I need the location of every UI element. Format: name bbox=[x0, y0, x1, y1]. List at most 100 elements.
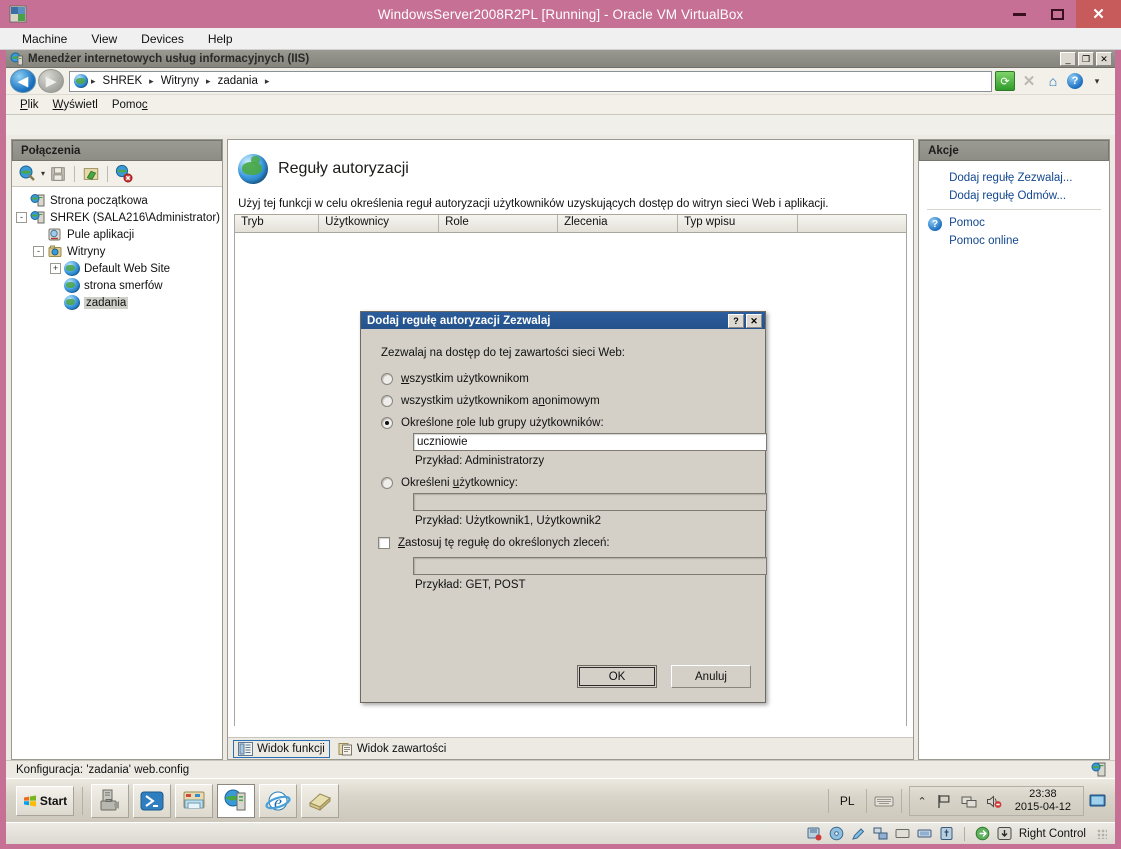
users-input[interactable] bbox=[413, 493, 767, 511]
tree-expander[interactable]: - bbox=[16, 212, 27, 223]
tree-item-witryny[interactable]: - Witryny bbox=[16, 243, 222, 260]
cancel-button[interactable]: Anuluj bbox=[671, 665, 751, 688]
tree-expander[interactable]: - bbox=[33, 246, 44, 257]
minimize-button[interactable] bbox=[1000, 0, 1038, 28]
tree-item-default-web-site[interactable]: + Default Web Site bbox=[16, 260, 222, 277]
home-icon[interactable]: ⌂ bbox=[1043, 71, 1063, 91]
column-header-typ-wpisu[interactable]: Typ wpisu bbox=[678, 215, 799, 232]
iis-menu-plik[interactable]: PPliklik bbox=[20, 99, 53, 111]
host-key-icon[interactable] bbox=[997, 826, 1012, 841]
ok-button[interactable]: OK bbox=[577, 665, 657, 688]
network-icon[interactable] bbox=[873, 826, 888, 841]
iis-window-buttons: _ ❐ ✕ bbox=[1060, 52, 1112, 66]
iis-close-button[interactable]: ✕ bbox=[1096, 52, 1112, 66]
tree-item-pule-aplikacji[interactable]: Pule aplikacji bbox=[16, 226, 222, 243]
flag-icon[interactable] bbox=[936, 794, 952, 809]
cd-icon[interactable] bbox=[829, 826, 844, 841]
menu-machine[interactable]: Machine bbox=[10, 29, 79, 49]
action-help-online[interactable]: Pomoc online bbox=[919, 232, 1109, 250]
refresh-icon[interactable]: ⟳ bbox=[995, 71, 1015, 91]
checkbox-apply-to-verbs[interactable]: Zastosuj tę regułę do określonych zleceń… bbox=[378, 537, 751, 549]
verbs-hint: Przykład: GET, POST bbox=[415, 579, 526, 591]
radio-all-anonymous-users[interactable]: wszystkim użytkownikom anonimowym bbox=[381, 395, 751, 407]
action-add-deny-rule[interactable]: Dodaj regułę Odmów... bbox=[919, 187, 1109, 205]
open-folder-icon[interactable] bbox=[81, 164, 101, 184]
dialog-help-button[interactable]: ? bbox=[728, 314, 744, 328]
radio-specified-roles[interactable]: Określone role lub grupy użytkowników: bbox=[381, 417, 751, 429]
radio-all-users[interactable]: wszystkim użytkownikom bbox=[381, 373, 751, 385]
disconnect-globe-icon[interactable] bbox=[114, 164, 134, 184]
iis-menu-wyswietl[interactable]: Wyświetl bbox=[53, 99, 112, 111]
taskbar-powershell-icon[interactable] bbox=[133, 783, 171, 818]
tree-item-shrek[interactable]: - SHREK (SALA216\Administrator) bbox=[16, 209, 222, 226]
taskbar-explorer-icon[interactable] bbox=[175, 783, 213, 818]
forward-button[interactable]: ▶ bbox=[38, 69, 64, 93]
clock[interactable]: 23:38 2015-04-12 bbox=[1011, 788, 1075, 814]
dialog-close-button[interactable]: ✕ bbox=[746, 314, 762, 328]
guest-screen: Menedżer internetowych usług informacyjn… bbox=[6, 50, 1115, 822]
tree-item-strona-poczatkowa[interactable]: Strona początkowa bbox=[16, 192, 222, 209]
view-tabs: Widok funkcji Widok zawartości bbox=[228, 737, 914, 759]
breadcrumb-zadania[interactable]: zadania bbox=[214, 75, 262, 87]
breadcrumb-shrek[interactable]: SHREK bbox=[99, 75, 147, 87]
back-button[interactable]: ◀ bbox=[10, 69, 36, 93]
tree-item-zadania[interactable]: zadania bbox=[16, 294, 222, 311]
keyboard-icon[interactable] bbox=[874, 793, 894, 809]
show-desktop-icon[interactable] bbox=[1089, 793, 1107, 809]
iis-menu-pomoc[interactable]: Pomoc bbox=[112, 99, 162, 111]
tree-item-strona-smerfow[interactable]: strona smerfów bbox=[16, 277, 222, 294]
verbs-input[interactable] bbox=[413, 557, 767, 575]
chevron-up-icon[interactable]: ⌃ bbox=[918, 795, 927, 808]
iis-restore-button[interactable]: ❐ bbox=[1078, 52, 1094, 66]
network-icon[interactable] bbox=[961, 794, 977, 809]
close-button[interactable]: ✕ bbox=[1076, 0, 1121, 28]
volume-muted-icon[interactable] bbox=[986, 794, 1002, 809]
connect-globe-icon[interactable] bbox=[18, 164, 38, 184]
mouse-integration-icon[interactable] bbox=[975, 826, 990, 841]
menu-devices[interactable]: Devices bbox=[129, 29, 196, 49]
breadcrumb-separator: ▸ bbox=[91, 75, 96, 86]
radio-specified-users[interactable]: Określeni użytkownicy: bbox=[381, 477, 751, 489]
dialog-title: Dodaj regułę autoryzacji Zezwalaj bbox=[367, 314, 551, 327]
action-label: Pomoc bbox=[949, 217, 985, 229]
taskbar-iis-manager-icon[interactable] bbox=[217, 783, 255, 818]
breadcrumb-witryny[interactable]: Witryny bbox=[157, 75, 203, 87]
iis-minimize-button[interactable]: _ bbox=[1060, 52, 1076, 66]
maximize-icon bbox=[1050, 8, 1064, 20]
menu-help[interactable]: Help bbox=[196, 29, 245, 49]
menu-view[interactable]: View bbox=[79, 29, 129, 49]
connect-dropdown-caret-icon[interactable]: ▾ bbox=[41, 169, 45, 178]
taskbar-internet-explorer-icon[interactable]: e bbox=[259, 783, 297, 818]
column-header-role[interactable]: Role bbox=[439, 215, 559, 232]
breadcrumb-separator: ▸ bbox=[264, 75, 270, 86]
resize-grip[interactable] bbox=[1097, 828, 1107, 839]
help-icon[interactable]: ? bbox=[1067, 73, 1083, 89]
taskbar-notepad-icon[interactable] bbox=[301, 783, 339, 818]
roles-input[interactable]: uczniowie bbox=[413, 433, 767, 451]
language-indicator[interactable]: PL bbox=[836, 794, 859, 808]
column-header-tryb[interactable]: Tryb bbox=[235, 215, 320, 232]
save-icon[interactable] bbox=[48, 164, 68, 184]
folder-icon[interactable] bbox=[895, 826, 910, 841]
chevron-down-icon[interactable]: ▾ bbox=[1087, 71, 1107, 91]
tree-expander[interactable]: + bbox=[50, 263, 61, 274]
tab-widok-zawartosci[interactable]: Widok zawartości bbox=[334, 741, 450, 757]
column-header-blank[interactable] bbox=[798, 215, 906, 232]
pen-icon[interactable] bbox=[851, 826, 866, 841]
breadcrumb[interactable]: ▸ SHREK ▸ Witryny ▸ zadania ▸ bbox=[69, 70, 992, 92]
action-help[interactable]: ? Pomoc bbox=[919, 214, 1109, 232]
features-view-icon bbox=[238, 741, 254, 756]
hdd-icon[interactable] bbox=[807, 826, 822, 841]
column-header-uzytkownicy[interactable]: Użytkownicy bbox=[319, 215, 440, 232]
column-header-zlecenia[interactable]: Zlecenia bbox=[558, 215, 679, 232]
maximize-button[interactable] bbox=[1038, 0, 1076, 28]
display-icon[interactable] bbox=[917, 826, 932, 841]
usb-icon[interactable] bbox=[939, 826, 954, 841]
virtualbox-titlebar: WindowsServer2008R2PL [Running] - Oracle… bbox=[0, 0, 1121, 28]
start-button[interactable]: Start bbox=[16, 785, 74, 816]
virtualbox-status-bar: Right Control bbox=[6, 822, 1115, 844]
tab-widok-funkcji[interactable]: Widok funkcji bbox=[233, 739, 330, 758]
taskbar-server-manager-icon[interactable] bbox=[91, 783, 129, 818]
action-add-allow-rule[interactable]: Dodaj regułę Zezwalaj... bbox=[919, 169, 1109, 187]
